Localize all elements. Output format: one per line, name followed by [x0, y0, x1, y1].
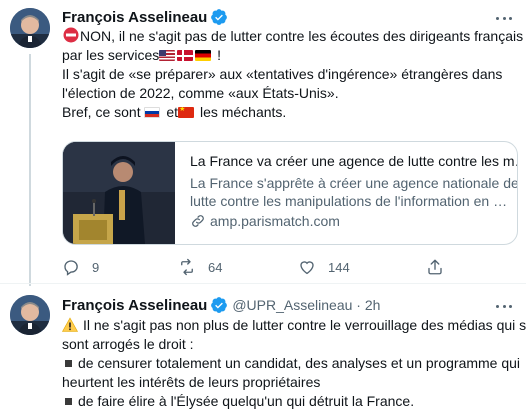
- avatar[interactable]: [10, 8, 50, 48]
- tweet-text-segment: NON, il ne s'agit pas de lutter contre l…: [80, 28, 524, 44]
- tweet-text-segment: !: [213, 47, 222, 63]
- tweet-text-segment: par les services: [62, 47, 160, 63]
- flag-cn-icon: [178, 107, 195, 118]
- tweet-line-3: de censurer totalement un candidat, des …: [62, 354, 521, 373]
- bullet-icon: [65, 360, 72, 368]
- tweet-text-segment: de censurer totalement un candidat, des …: [78, 355, 521, 371]
- tweet-line-2: sont arrogés le droit :: [62, 336, 194, 352]
- tweet-line-1: Il ne s'agit pas non plus de lutter cont…: [62, 316, 526, 335]
- verified-badge-icon: [210, 8, 228, 26]
- tweet-1[interactable]: François Asselineau NON, il ne s'agit pa…: [0, 0, 526, 286]
- avatar-image: [10, 8, 50, 48]
- tweet-text-segment: de faire élire à l'Élysée quelqu'un qui …: [78, 393, 415, 409]
- avatar-image: [10, 295, 50, 335]
- tweet-line-5: Bref, ce sont et les méchants.: [62, 103, 518, 122]
- verified-badge-icon: [210, 296, 228, 314]
- share-button[interactable]: [426, 257, 456, 277]
- card-title: La France va créer une agence de lutte c…: [190, 153, 518, 169]
- tweet-text-segment: Il ne s'agit pas non plus de lutter cont…: [83, 317, 526, 333]
- card-image: [63, 142, 175, 244]
- author-handle-time[interactable]: @UPR_Asselineau · 2h: [232, 297, 380, 313]
- tweet-actions: 9 64 144: [62, 257, 462, 277]
- thread-line: [29, 54, 31, 286]
- flag-dk-icon: [177, 50, 194, 61]
- flag-ru-icon: [144, 107, 161, 118]
- author-name[interactable]: François Asselineau: [62, 297, 207, 314]
- link-card[interactable]: La France va créer une agence de lutte c…: [62, 141, 518, 245]
- tweet-line-1: NON, il ne s'agit pas de lutter contre l…: [62, 27, 523, 46]
- reply-count: 9: [92, 259, 100, 275]
- retweet-count: 64: [208, 259, 223, 275]
- tweet-line-2: par les services !: [62, 46, 518, 65]
- heart-icon: [300, 261, 314, 275]
- tweet-header: François Asselineau @UPR_Asselineau · 2h: [62, 295, 380, 315]
- card-domain-text: amp.parismatch.com: [210, 213, 340, 229]
- card-description-line-2: lutte contre les manipulations de l'info…: [190, 193, 508, 209]
- reply-button[interactable]: 9: [62, 257, 99, 277]
- tweet-line-5: de faire élire à l'Élysée quelqu'un qui …: [62, 392, 518, 410]
- bullet-icon: [65, 398, 72, 406]
- tweet-header: François Asselineau: [62, 7, 228, 27]
- no-entry-icon: [63, 27, 79, 43]
- tweet-text: NON, il ne s'agit pas de lutter contre l…: [62, 27, 523, 122]
- tweet-text-segment: les méchants.: [196, 104, 287, 120]
- flag-de-icon: [195, 50, 212, 61]
- more-options-icon[interactable]: [494, 8, 514, 28]
- tweet-text: Il ne s'agit pas non plus de lutter cont…: [62, 316, 526, 410]
- retweet-button[interactable]: 64: [178, 257, 222, 277]
- flag-us-icon: [159, 50, 176, 61]
- card-description-line-1: La France s'apprête à créer une agence n…: [190, 175, 518, 191]
- avatar[interactable]: [10, 295, 50, 335]
- tweet-text-segment: Bref, ce sont: [62, 104, 145, 120]
- reply-icon: [64, 260, 78, 276]
- tweet-text-segment: et: [162, 104, 179, 120]
- author-name[interactable]: François Asselineau: [62, 9, 207, 26]
- share-icon: [428, 259, 442, 275]
- link-icon: [192, 215, 204, 227]
- tweet-line-3: Il s'agit de «se préparer» aux «tentativ…: [62, 66, 503, 82]
- warning-icon: [62, 317, 78, 332]
- tweet-line-4: l'élection de 2022, comme «aux États-Uni…: [62, 85, 339, 101]
- card-domain: amp.parismatch.com: [190, 213, 510, 229]
- tweet-2[interactable]: François Asselineau @UPR_Asselineau · 2h…: [0, 284, 526, 410]
- like-count: 144: [328, 259, 350, 275]
- tweet-line-4: heurtent les intérêts de leurs propriéta…: [62, 374, 321, 390]
- more-options-icon[interactable]: [494, 296, 514, 316]
- retweet-icon: [181, 258, 193, 276]
- like-button[interactable]: 144: [298, 257, 350, 277]
